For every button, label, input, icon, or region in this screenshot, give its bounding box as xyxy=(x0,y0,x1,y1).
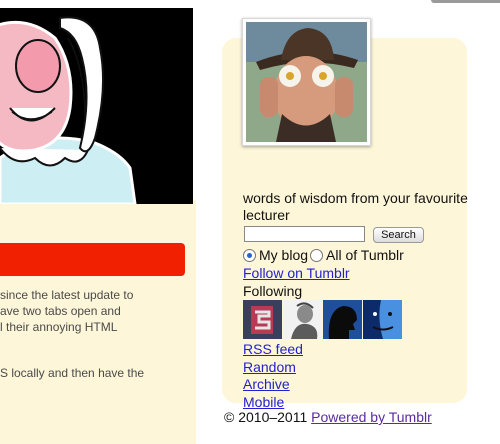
header-cartoon-image xyxy=(0,8,193,204)
excerpt-line: since the latest update to xyxy=(0,288,134,302)
radio-all-tumblr-label[interactable]: All of Tumblr xyxy=(326,246,404,264)
radio-my-blog-label[interactable]: My blog xyxy=(259,246,308,264)
following-heading: Following xyxy=(243,283,303,299)
excerpt-line: ave two tabs open and xyxy=(0,304,121,318)
blog-avatar[interactable] xyxy=(242,18,371,146)
sidebar-links: RSS feed Random Archive Mobile xyxy=(243,341,303,411)
post-excerpt: since the latest update to ave two tabs … xyxy=(0,287,180,381)
copyright-text: © 2010–2011 xyxy=(224,409,308,425)
blog-description: words of wisdom from your favourite lect… xyxy=(243,190,468,223)
archive-link[interactable]: Archive xyxy=(243,376,303,394)
random-link[interactable]: Random xyxy=(243,359,303,377)
search-button[interactable]: Search xyxy=(373,227,424,243)
window-corner xyxy=(431,0,500,3)
radio-all-tumblr[interactable] xyxy=(310,248,324,262)
excerpt-line: l their annoying HTML xyxy=(0,320,118,334)
following-avatars xyxy=(243,300,403,339)
search-scope: My blog All of Tumblr xyxy=(243,246,406,264)
following-avatar[interactable] xyxy=(323,300,362,339)
search-input[interactable] xyxy=(244,226,365,242)
following-avatar[interactable] xyxy=(363,300,402,339)
following-avatar[interactable] xyxy=(283,300,322,339)
footer: © 2010–2011 Powered by Tumblr xyxy=(224,409,432,426)
radio-my-blog[interactable] xyxy=(243,248,256,262)
follow-on-tumblr-link[interactable]: Follow on Tumblr xyxy=(243,265,350,282)
following-avatar[interactable] xyxy=(243,300,282,339)
powered-by-tumblr-link[interactable]: Powered by Tumblr xyxy=(311,409,432,425)
post-title-bar xyxy=(0,243,185,276)
excerpt-line: S locally and then have the xyxy=(0,366,145,380)
rss-feed-link[interactable]: RSS feed xyxy=(243,341,303,359)
